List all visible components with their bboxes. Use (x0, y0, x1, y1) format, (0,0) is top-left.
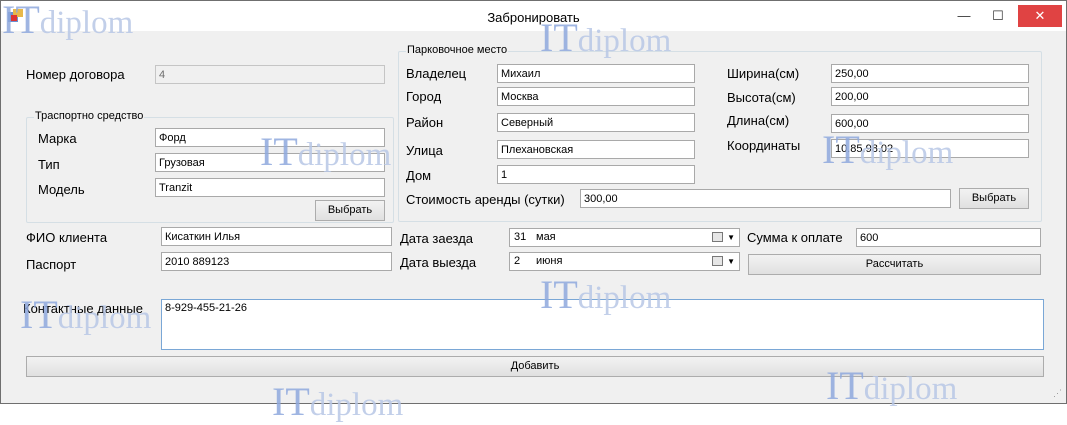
rent-field[interactable]: 300,00 (580, 189, 951, 208)
payment-field[interactable]: 600 (856, 228, 1041, 247)
vehicle-group-caption: Траспортно средство (34, 110, 145, 122)
height-field[interactable]: 200,00 (831, 87, 1029, 106)
chevron-down-icon: ▼ (727, 233, 735, 242)
rent-label: Стоимость аренды (сутки) (406, 192, 565, 207)
owner-label: Владелец (406, 66, 467, 81)
checkin-date-picker[interactable]: 31 мая ▼ (509, 228, 740, 247)
city-label: Город (406, 89, 442, 104)
client-name-field[interactable]: Кисаткин Илья (161, 227, 392, 246)
vehicle-select-button[interactable]: Выбрать (315, 200, 385, 221)
chevron-down-icon: ▼ (727, 257, 735, 266)
city-field[interactable]: Москва (497, 87, 695, 106)
model-field[interactable]: Tranzit (155, 178, 385, 197)
district-field[interactable]: Северный (497, 113, 695, 132)
checkin-month: мая (536, 231, 556, 243)
checkin-label: Дата заезда (400, 231, 474, 246)
passport-label: Паспорт (26, 257, 77, 272)
client-name-label: ФИО клиента (26, 230, 108, 245)
brand-field[interactable]: Форд (155, 128, 385, 147)
checkout-month: июня (536, 255, 563, 267)
window-title: Забронировать (487, 10, 580, 25)
contacts-label: Контактные данные (23, 301, 143, 316)
length-field[interactable]: 600,00 (831, 114, 1029, 133)
maximize-button[interactable]: ☐ (981, 5, 1015, 27)
calendar-icon (712, 232, 723, 242)
checkout-date-picker[interactable]: 2 июня ▼ (509, 252, 740, 271)
height-label: Высота(см) (727, 90, 796, 105)
checkout-day: 2 (514, 255, 521, 267)
calendar-icon (712, 256, 723, 266)
coords-field[interactable]: 10.85.98.02 (831, 139, 1029, 158)
contract-field[interactable]: 4 (155, 65, 385, 84)
street-label: Улица (406, 143, 443, 158)
title-bar: Забронировать — ☐ ✕ (1, 1, 1066, 31)
payment-label: Сумма к оплате (747, 230, 843, 245)
length-label: Длина(см) (727, 113, 790, 128)
brand-label: Марка (38, 131, 77, 146)
booking-window: Забронировать — ☐ ✕ Номер договора 4 Тра… (0, 0, 1067, 404)
checkin-day: 31 (514, 231, 527, 243)
street-field[interactable]: Плехановская (497, 140, 695, 159)
parking-select-button[interactable]: Выбрать (959, 188, 1029, 209)
district-label: Район (406, 115, 444, 130)
add-button[interactable]: Добавить (26, 356, 1044, 377)
width-field[interactable]: 250,00 (831, 64, 1029, 83)
passport-field[interactable]: 2010 889123 (161, 252, 392, 271)
checkout-label: Дата выезда (400, 255, 477, 270)
house-label: Дом (406, 168, 432, 183)
close-button[interactable]: ✕ (1018, 5, 1062, 27)
parking-group-caption: Парковочное место (406, 44, 509, 56)
coords-label: Координаты (727, 138, 801, 153)
contract-label: Номер договора (26, 67, 125, 82)
house-field[interactable]: 1 (497, 165, 695, 184)
type-field[interactable]: Грузовая (155, 153, 385, 172)
minimize-button[interactable]: — (947, 5, 981, 27)
model-label: Модель (38, 182, 85, 197)
resize-grip-icon[interactable]: ⋰ (1053, 388, 1062, 399)
type-label: Тип (38, 157, 60, 172)
owner-field[interactable]: Михаил (497, 64, 695, 83)
contacts-textarea[interactable]: 8-929-455-21-26 (161, 299, 1044, 350)
calculate-button[interactable]: Рассчитать (748, 254, 1041, 275)
width-label: Ширина(см) (727, 66, 800, 81)
